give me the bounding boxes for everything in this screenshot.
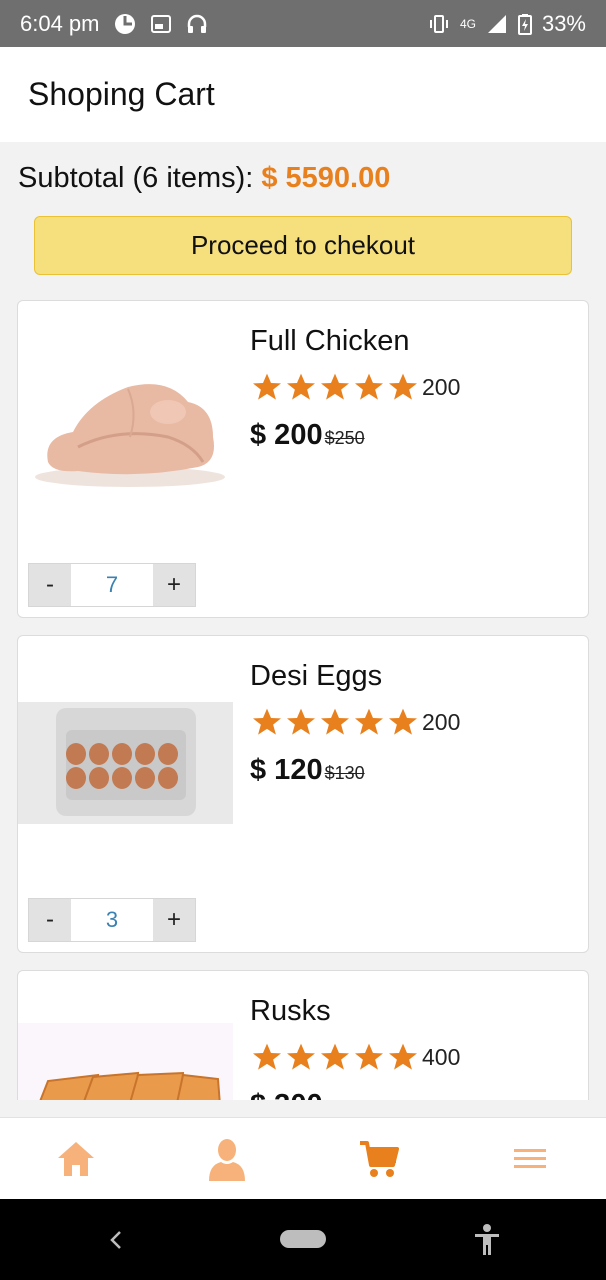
star-icon [253,1043,281,1070]
signal-icon [487,14,506,33]
subtotal-amount: $ 5590.00 [261,162,391,194]
rating-count: 200 [422,373,461,400]
increase-quantity-button[interactable]: + [153,899,195,941]
page-title: Shoping Cart [28,76,215,112]
product-image-chicken [18,367,233,489]
star-icon [321,373,349,400]
cart-items-list[interactable]: Full Chicken 200 $ 200 $250 - 7 + Desi E… [17,300,589,1100]
quantity-value[interactable]: 3 [71,899,153,941]
status-bar: 6:04 pm 4G 33% [0,0,606,47]
nav-home-button[interactable] [46,1129,106,1189]
old-price: $130 [324,763,365,783]
decrease-quantity-button[interactable]: - [29,564,71,606]
app-notification-icon [114,13,135,34]
star-icon [389,1043,417,1070]
app-bar: Shoping Cart [0,47,606,142]
battery-icon [517,13,532,35]
headphones-icon [187,14,206,33]
vibrate-icon [429,14,448,33]
nav-cart-button[interactable] [349,1129,409,1189]
product-rating: 200 [250,706,460,738]
subtotal-label: Subtotal (6 items): [18,162,254,194]
star-icon [389,708,417,735]
decrease-quantity-button[interactable]: - [29,899,71,941]
product-image-rusks [18,1023,233,1100]
quantity-stepper: - 3 + [28,898,196,942]
cart-item: Rusks 400 $ 300 [17,970,589,1100]
current-price: $ 300 [250,1089,323,1100]
product-name: Desi Eggs [250,660,383,692]
home-icon [57,1141,94,1176]
nav-profile-button[interactable] [197,1129,257,1189]
product-price: $ 200 $250 [250,419,365,452]
rating-count: 400 [422,1043,461,1070]
status-time: 6:04 pm [20,10,100,36]
nav-menu-button[interactable] [500,1129,560,1189]
cart-item: Full Chicken 200 $ 200 $250 - 7 + [17,300,589,618]
quantity-stepper: - 7 + [28,563,196,607]
system-navigation-bar [0,1199,606,1280]
subtotal: Subtotal (6 items): $ 5590.00 [18,162,390,195]
star-icon [355,373,383,400]
product-name: Full Chicken [250,325,410,357]
star-icon [287,1043,315,1070]
menu-icon [514,1148,547,1168]
product-rating: 200 [250,371,460,403]
star-icon [287,708,315,735]
star-icon [287,373,315,400]
screenshot-icon [150,14,171,33]
home-pill-button[interactable] [280,1230,326,1248]
star-icon [321,708,349,735]
user-icon [209,1138,246,1181]
current-price: $ 200 [250,419,323,451]
product-image-eggs [18,702,233,824]
product-rating: 400 [250,1041,460,1073]
bottom-navigation [0,1117,606,1199]
cart-icon [359,1140,399,1177]
rating-count: 200 [422,708,461,735]
old-price: $250 [324,428,365,448]
proceed-to-checkout-button[interactable]: Proceed to chekout [34,216,572,275]
cart-item: Desi Eggs 200 $ 120 $130 - 3 + [17,635,589,953]
star-icon [389,373,417,400]
battery-percent: 33% [541,10,586,36]
product-price: $ 120 $130 [250,754,365,787]
star-icon [355,1043,383,1070]
back-icon[interactable] [106,1225,126,1255]
network-type: 4G [459,16,476,31]
accessibility-icon[interactable] [472,1223,502,1257]
product-price: $ 300 [250,1089,323,1100]
star-icon [321,1043,349,1070]
star-icon [355,708,383,735]
increase-quantity-button[interactable]: + [153,564,195,606]
star-icon [253,708,281,735]
current-price: $ 120 [250,754,323,786]
star-icon [253,373,281,400]
product-name: Rusks [250,995,331,1027]
quantity-value[interactable]: 7 [71,564,153,606]
